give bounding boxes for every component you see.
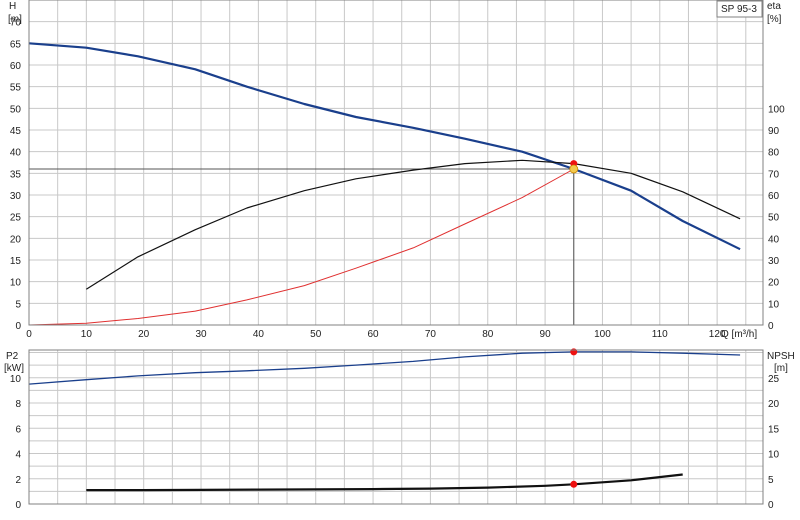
x-tick-label: 80: [482, 329, 494, 340]
npsh-tick-label: 0: [768, 500, 774, 511]
h-tick-label: 50: [10, 104, 22, 115]
x-tick-label: 40: [253, 329, 265, 340]
npsh-point-marker: [570, 480, 578, 488]
p2-tick-label: 8: [15, 399, 21, 410]
p2-tick-label: 10: [10, 374, 22, 385]
x-tick-label: 100: [594, 329, 611, 340]
x-tick-label: 50: [310, 329, 322, 340]
eta-tick-label: 60: [768, 191, 780, 202]
npsh-tick-label: 25: [768, 374, 780, 385]
h-tick-label: 10: [10, 278, 22, 289]
q-axis-label: Q [m³/h]: [721, 329, 757, 340]
h-tick-label: 45: [10, 126, 22, 137]
h-tick-label: 60: [10, 61, 22, 72]
h-tick-label: 40: [10, 148, 22, 159]
p2-tick-label: 0: [15, 500, 21, 511]
h-tick-label: 65: [10, 39, 22, 50]
npsh-axis-unit: [m]: [774, 363, 788, 374]
model-label: SP 95-3: [721, 4, 757, 15]
eta-tick-label: 70: [768, 169, 780, 180]
h-tick-label: 30: [10, 191, 22, 202]
x-tick-label: 0: [26, 329, 32, 340]
h-tick-label: 20: [10, 234, 22, 245]
p2-tick-label: 4: [15, 450, 21, 461]
top-tick-labels: 0 10 20 30 40 50 60 70 80 90 100 110 120051015202530…: [10, 18, 785, 340]
h-tick-label: 55: [10, 83, 22, 94]
eta-axis-name: eta: [767, 1, 781, 12]
x-tick-label: 60: [368, 329, 380, 340]
npsh-curve: [86, 473, 683, 492]
pump-performance-chart: 0 10 20 30 40 50 60 70 80 90 100 110 120051015202530…: [4, 0, 795, 511]
p2-tick-label: 6: [15, 424, 21, 435]
x-tick-label: 30: [195, 329, 207, 340]
h-tick-label: 25: [10, 213, 22, 224]
npsh-tick-label: 10: [768, 450, 780, 461]
eta-tick-label: 100: [768, 104, 785, 115]
h-tick-label: 0: [15, 321, 21, 332]
eta-tick-label: 50: [768, 213, 780, 224]
eta-tick-label: 80: [768, 148, 780, 159]
bottom-plot-frame: [28, 349, 764, 505]
eta-tick-label: 40: [768, 234, 780, 245]
npsh-axis-name: NPSH: [767, 351, 795, 362]
npsh-tick-label: 5: [768, 475, 774, 486]
system-curve: [28, 168, 575, 326]
x-tick-label: 70: [425, 329, 437, 340]
top-series: [28, 42, 741, 326]
x-tick-label: 20: [138, 329, 150, 340]
h-tick-label: 35: [10, 169, 22, 180]
h-tick-label: 5: [15, 299, 21, 310]
eta-curve: [85, 159, 741, 290]
h-axis-name: H: [9, 1, 16, 12]
p2-point-marker: [570, 348, 578, 356]
eta-tick-label: 10: [768, 299, 780, 310]
h-tick-label: 15: [10, 256, 22, 267]
npsh-tick-label: 15: [768, 424, 780, 435]
x-tick-label: 10: [81, 329, 93, 340]
duty-point-marker: [569, 164, 579, 174]
eta-tick-label: 0: [768, 321, 774, 332]
h-axis-unit: [m]: [8, 14, 22, 25]
p2-axis-name: P2: [6, 351, 19, 362]
eta-tick-label: 90: [768, 126, 780, 137]
p2-axis-unit: [kW]: [4, 363, 24, 374]
npsh-tick-label: 20: [768, 399, 780, 410]
top-plot-frame: [28, 0, 764, 326]
eta-tick-label: 30: [768, 256, 780, 267]
eta-axis-unit: [%]: [767, 14, 782, 25]
p2-tick-label: 2: [15, 475, 21, 486]
top-grid: [29, 0, 763, 325]
p2-curve: [28, 351, 741, 385]
x-tick-label: 90: [540, 329, 552, 340]
h-curve: [28, 42, 741, 251]
bottom-grid: [29, 350, 763, 504]
x-tick-label: 110: [652, 329, 668, 340]
bottom-series: [28, 351, 741, 492]
eta-tick-label: 20: [768, 278, 780, 289]
